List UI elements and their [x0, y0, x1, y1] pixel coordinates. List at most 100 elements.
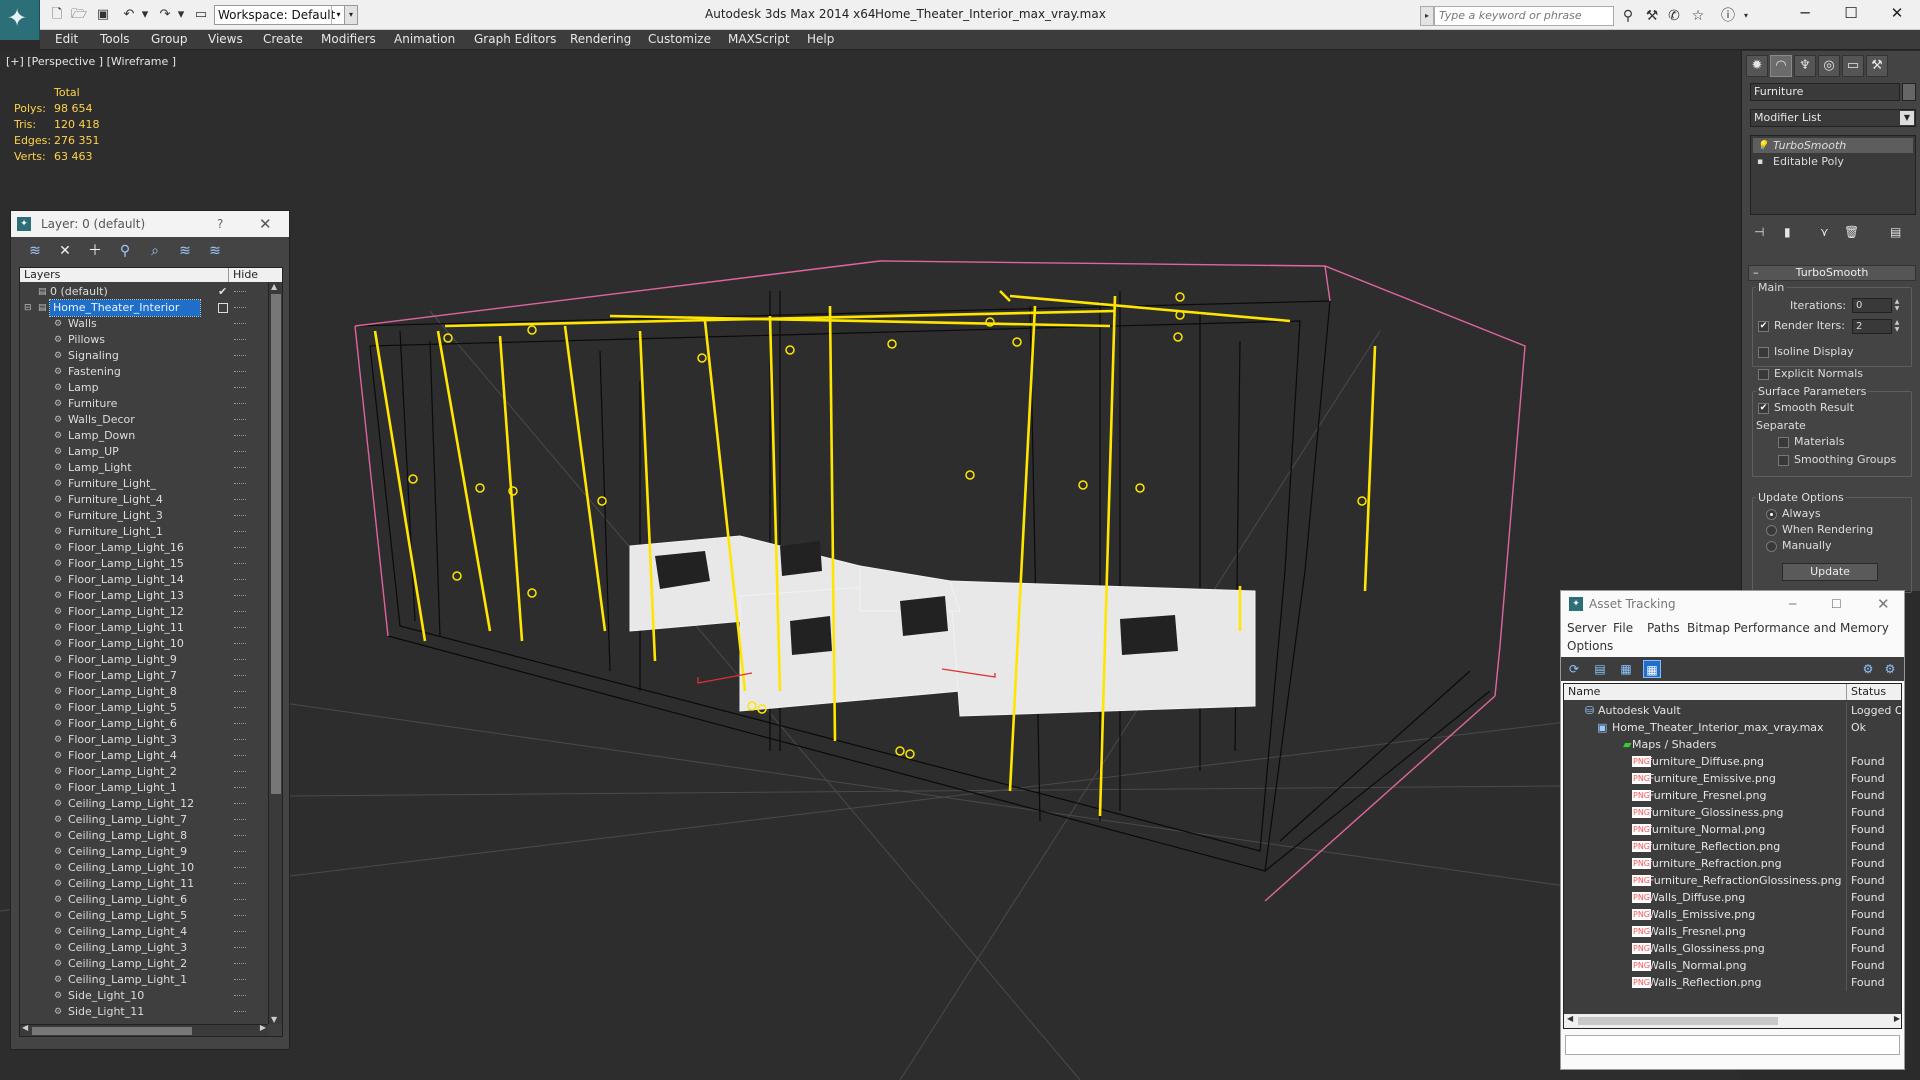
- separate-materials-checkbox[interactable]: [1778, 437, 1789, 448]
- hide-toggle[interactable]: [234, 851, 246, 853]
- hide-toggle[interactable]: [234, 419, 246, 421]
- layer-row-child[interactable]: ⚙ Ceiling_Lamp_Light_5: [20, 908, 266, 924]
- hide-toggle[interactable]: [234, 899, 246, 901]
- hide-toggle[interactable]: [234, 499, 246, 501]
- asset-row-map[interactable]: PNG Walls_Reflection.png Found: [1564, 974, 1901, 991]
- menu-edit[interactable]: Edit: [55, 32, 78, 46]
- layer-row-child[interactable]: ⚙ Floor_Lamp_Light_12: [20, 604, 266, 620]
- layer-row-default[interactable]: ▤ 0 (default) ✔: [20, 284, 266, 300]
- pin-stack-icon[interactable]: ⊣: [1754, 225, 1764, 239]
- hide-toggle[interactable]: [234, 531, 246, 533]
- asset-row-map[interactable]: PNG furniture_Glossiness.png Found: [1564, 804, 1901, 821]
- help-icon[interactable]: ⓘ: [1718, 6, 1738, 26]
- motion-tab-icon[interactable]: ◎: [1818, 55, 1840, 77]
- hide-toggle[interactable]: [234, 339, 246, 341]
- menu-modifiers[interactable]: Modifiers: [321, 32, 376, 46]
- modify-tab-icon[interactable]: ◠: [1770, 55, 1792, 77]
- select-highlighted-icon[interactable]: ⚲: [115, 241, 135, 261]
- hide-toggle[interactable]: [234, 835, 246, 837]
- undo-dropdown-icon[interactable]: ▾: [136, 6, 154, 24]
- update-button[interactable]: Update: [1782, 563, 1878, 581]
- hide-toggle[interactable]: [234, 611, 246, 613]
- menu-tools[interactable]: Tools: [100, 32, 130, 46]
- make-unique-icon[interactable]: ⋎: [1820, 225, 1829, 239]
- hide-toggle[interactable]: [234, 787, 246, 789]
- object-name-field[interactable]: Furniture: [1750, 83, 1900, 101]
- new-file-icon[interactable]: 🗋: [48, 6, 66, 24]
- scroll-down-icon[interactable]: ▼: [271, 1015, 277, 1024]
- scroll-left-icon[interactable]: ◀: [22, 1023, 28, 1032]
- table-view-icon[interactable]: ▦: [1617, 660, 1635, 678]
- collapse-icon[interactable]: ⊟: [24, 300, 32, 316]
- hide-toggle[interactable]: [234, 915, 246, 917]
- hide-toggle[interactable]: [234, 867, 246, 869]
- hide-toggle[interactable]: [234, 819, 246, 821]
- layer-row-child[interactable]: ⚙ Floor_Lamp_Light_11: [20, 620, 266, 636]
- hide-toggle[interactable]: [234, 579, 246, 581]
- grid-view-icon[interactable]: ▦: [1643, 660, 1661, 678]
- favorites-icon[interactable]: ☆: [1688, 6, 1708, 26]
- hide-toggle[interactable]: [234, 547, 246, 549]
- render-iters-checkbox[interactable]: ✔: [1758, 321, 1769, 332]
- asset-row-max-file[interactable]: ▣ Home_Theater_Interior_max_vray.max Ok: [1564, 719, 1901, 736]
- layer-row-child[interactable]: ⚙ Ceiling_Lamp_Light_6: [20, 892, 266, 908]
- hide-toggle[interactable]: [234, 995, 246, 997]
- layers-column-header[interactable]: Layers: [24, 268, 60, 282]
- layer-row-child[interactable]: ⚙ Floor_Lamp_Light_4: [20, 748, 266, 764]
- layer-row-child[interactable]: ⚙ Ceiling_Lamp_Light_7: [20, 812, 266, 828]
- spinner-arrows-icon[interactable]: ▲ ▼: [1893, 298, 1901, 313]
- workspace-menu-button[interactable]: ▾: [344, 5, 358, 25]
- asset-row-map[interactable]: PNG Walls_Normal.png Found: [1564, 957, 1901, 974]
- current-layer-check-icon[interactable]: ✔: [218, 284, 227, 300]
- hscrollbar-thumb[interactable]: [32, 1027, 192, 1035]
- layer-row-child[interactable]: ⚙ Lamp_UP: [20, 444, 266, 460]
- asset-menu-bitmap-performance[interactable]: Bitmap Performance and Memory: [1687, 621, 1889, 635]
- hide-toggle[interactable]: [234, 723, 246, 725]
- scroll-right-icon[interactable]: ▶: [1894, 1014, 1900, 1023]
- highlight-selected-icon[interactable]: ⌕: [145, 241, 165, 261]
- layer-row-child[interactable]: ⚙ Ceiling_Lamp_Light_4: [20, 924, 266, 940]
- asset-row-map[interactable]: PNG Furniture_RefractionGlossiness.png Fou…: [1564, 872, 1901, 889]
- redo-dropdown-icon[interactable]: ▾: [172, 6, 190, 24]
- iterations-spinner[interactable]: 0: [1852, 298, 1892, 313]
- hide-toggle[interactable]: [234, 803, 246, 805]
- layer-row-child[interactable]: ⚙ Ceiling_Lamp_Light_9: [20, 844, 266, 860]
- hide-toggle[interactable]: [234, 675, 246, 677]
- hide-column-header[interactable]: Hide: [228, 268, 262, 282]
- scroll-up-icon[interactable]: ▲: [271, 282, 277, 291]
- vault-connect-icon[interactable]: ⚙: [1859, 660, 1877, 678]
- asset-menu-options[interactable]: Options: [1567, 639, 1613, 653]
- layer-row-child[interactable]: ⚙ Ceiling_Lamp_Light_8: [20, 828, 266, 844]
- menu-help[interactable]: Help: [807, 32, 834, 46]
- menu-animation[interactable]: Animation: [394, 32, 455, 46]
- stack-item-turbosmooth[interactable]: 💡 TurboSmooth: [1753, 138, 1913, 153]
- layer-row-child[interactable]: ⚙ Lamp_Light: [20, 460, 266, 476]
- hide-toggle[interactable]: [234, 931, 246, 933]
- menu-group[interactable]: Group: [151, 32, 188, 46]
- hold-icon[interactable]: ▭: [192, 6, 210, 24]
- hide-toggle[interactable]: [234, 659, 246, 661]
- layer-list-hscrollbar[interactable]: ◀ ▶: [20, 1023, 268, 1036]
- layer-row-child[interactable]: ⚙ Floor_Lamp_Light_5: [20, 700, 266, 716]
- layer-row-child[interactable]: ⚙ Floor_Lamp_Light_15: [20, 556, 266, 572]
- help-button[interactable]: ?: [217, 211, 223, 237]
- asset-row-map[interactable]: PNG furniture_Diffuse.png Found: [1564, 753, 1901, 770]
- list-view-icon[interactable]: ▤: [1591, 660, 1609, 678]
- binoculars-icon[interactable]: ⚲: [1618, 6, 1638, 26]
- layer-row-child[interactable]: ⚙ Floor_Lamp_Light_6: [20, 716, 266, 732]
- configure-sets-icon[interactable]: ▤: [1890, 225, 1901, 239]
- maximize-button[interactable]: ☐: [1828, 0, 1874, 28]
- hide-toggle[interactable]: [234, 323, 246, 325]
- add-layer-icon[interactable]: ＋: [85, 241, 105, 261]
- hide-toggle[interactable]: [234, 515, 246, 517]
- layer-row-home-theater[interactable]: ⊟ ▤ Home_Theater_Interior: [20, 299, 266, 317]
- layer-row-child[interactable]: ⚙ Fastening: [20, 364, 266, 380]
- hide-toggle[interactable]: [234, 387, 246, 389]
- stack-item-editable-poly[interactable]: ▪ Editable Poly: [1753, 154, 1913, 169]
- object-color-swatch[interactable]: [1902, 83, 1916, 101]
- layer-row-child[interactable]: ⚙ Floor_Lamp_Light_9: [20, 652, 266, 668]
- layer-row-child[interactable]: ⚙ Ceiling_Lamp_Light_11: [20, 876, 266, 892]
- create-tab-icon[interactable]: ✹: [1746, 55, 1768, 77]
- hide-toggle[interactable]: [234, 371, 246, 373]
- hide-toggle[interactable]: [234, 707, 246, 709]
